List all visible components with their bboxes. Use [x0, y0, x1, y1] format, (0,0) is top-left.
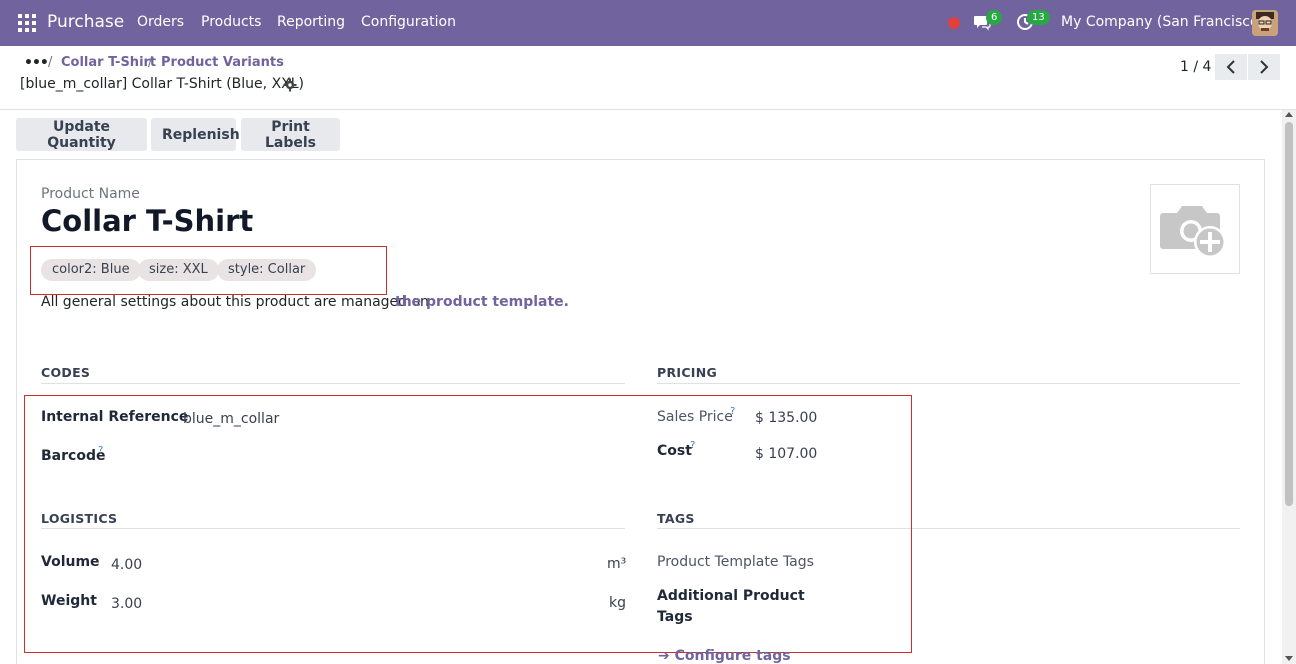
pager-next-button[interactable] [1248, 54, 1280, 80]
company-switcher[interactable]: My Company (San Francisco) [1061, 14, 1264, 30]
breadcrumb-separator: / [148, 55, 153, 70]
chevron-left-icon [1226, 60, 1235, 74]
app-brand[interactable]: Purchase [47, 12, 124, 32]
chevron-right-icon [1260, 60, 1269, 74]
print-labels-button[interactable]: Print Labels [241, 118, 340, 151]
replenish-button[interactable]: Replenish [151, 118, 240, 151]
breadcrumb-product-variants[interactable]: Product Variants [161, 55, 284, 70]
fields-highlight-box [24, 395, 912, 653]
scroll-up-arrow-icon[interactable] [1285, 112, 1293, 117]
configure-tags-link[interactable]: ➔ Configure tags [658, 648, 791, 664]
messages-count-badge: 6 [986, 10, 1003, 25]
scrollbar-thumb[interactable] [1285, 122, 1293, 506]
menu-orders[interactable]: Orders [137, 14, 184, 30]
codes-divider [41, 383, 625, 384]
user-avatar[interactable] [1252, 10, 1278, 36]
menu-products[interactable]: Products [201, 14, 261, 30]
pricing-divider [657, 383, 1240, 384]
gear-icon[interactable] [283, 78, 297, 92]
apps-grid-icon[interactable] [18, 14, 36, 32]
pager-previous-button[interactable] [1215, 54, 1247, 80]
breadcrumb-separator: / [48, 55, 53, 70]
codes-section-title: CODES [41, 365, 91, 380]
breadcrumb-more-icon[interactable]: ••• [24, 55, 49, 71]
product-name-field[interactable]: Collar T-Shirt [41, 204, 253, 238]
attributes-highlight-box [30, 246, 387, 295]
breadcrumb-collar-tshirt[interactable]: Collar T-Shirt [61, 55, 156, 70]
camera-add-icon [1160, 206, 1226, 258]
menu-reporting[interactable]: Reporting [277, 14, 345, 30]
pager-value[interactable]: 1 / 4 [1180, 59, 1211, 75]
pricing-section-title: PRICING [657, 365, 718, 380]
product-image-upload[interactable] [1150, 184, 1240, 274]
page-scrollbar[interactable] [1282, 110, 1296, 664]
recording-indicator-icon[interactable] [948, 17, 960, 29]
general-settings-note: All general settings about this product … [41, 294, 429, 310]
activities-count-badge: 13 [1027, 10, 1050, 25]
menu-configuration[interactable]: Configuration [361, 14, 456, 30]
control-panel: ••• / Collar T-Shirt / Product Variants … [0, 46, 1296, 110]
product-name-label: Product Name [41, 186, 140, 202]
avatar-face-icon [1252, 10, 1278, 36]
scroll-down-arrow-icon[interactable] [1285, 656, 1293, 661]
top-navbar: Purchase Orders Products Reporting Confi… [0, 0, 1296, 46]
record-title: [blue_m_collar] Collar T-Shirt (Blue, XX… [20, 76, 305, 92]
product-template-link[interactable]: the product template. [395, 294, 569, 310]
update-quantity-button[interactable]: Update Quantity [16, 118, 147, 151]
